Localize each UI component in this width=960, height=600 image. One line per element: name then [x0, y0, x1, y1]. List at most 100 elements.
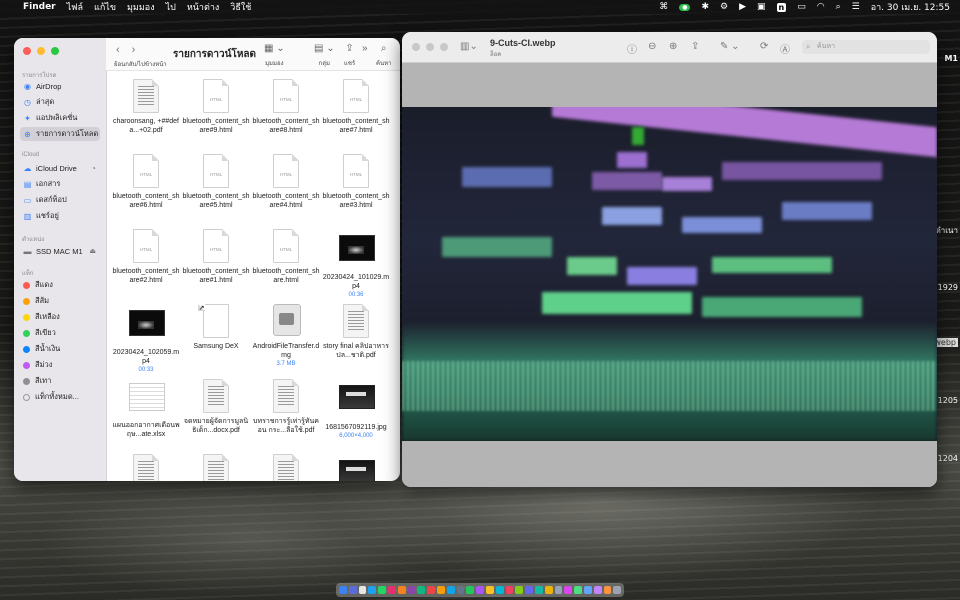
sidebar-tag-blue[interactable]: สีน้ำเงิน [20, 342, 100, 356]
file-item[interactable]: HTML bluetooth_content_share#7.html [322, 79, 390, 135]
file-item[interactable]: HTML bluetooth_content_share#3.html [322, 154, 390, 210]
desktop-item-label[interactable]: 1929 [938, 283, 958, 292]
file-item[interactable] [182, 454, 250, 481]
zoom-out-icon[interactable]: ⊖ [648, 41, 656, 52]
sidebar-tag-gray[interactable]: สีเทา [20, 374, 100, 388]
file-item[interactable]: แผนออกอากาศเดือนพฤษ...ate.xlsx [112, 379, 180, 439]
markup-icon[interactable]: Ⓐ [780, 41, 790, 56]
siri-icon[interactable]: ⌘ [659, 2, 668, 12]
file-item[interactable]: HTML bluetooth_content_share#1.html [182, 229, 250, 285]
dock-app-icon[interactable] [603, 586, 612, 594]
dock-app-icon[interactable] [485, 586, 494, 594]
display-icon[interactable]: ▣ [757, 2, 766, 12]
file-item[interactable]: charoonsang, +##defa...+02.pdf [112, 79, 180, 135]
play-circle-icon[interactable]: ▶ [739, 2, 746, 12]
file-item[interactable]: HTML bluetooth_content_share.html [252, 229, 320, 285]
zoom-button[interactable] [51, 47, 59, 55]
gear-icon[interactable]: ⚙ [720, 2, 728, 12]
sidebar-item-recents[interactable]: ◷ ล่าสุด [20, 95, 100, 109]
sidebar-item-applications[interactable]: ✦ แอปพลิเคชั่น [20, 111, 100, 125]
sidebar-item-ssd[interactable]: ▬ SSD MAC M1 ⏏ [20, 244, 100, 258]
dock-app-icon[interactable] [544, 586, 553, 594]
wifi-icon[interactable]: ◠ [817, 2, 825, 12]
file-item[interactable]: HTML bluetooth_content_share#4.html [252, 154, 320, 210]
dock-app-icon[interactable] [466, 586, 475, 594]
dock-app-icon[interactable] [348, 586, 357, 594]
dock-app-icon[interactable] [417, 586, 426, 594]
more-button[interactable]: » [362, 43, 368, 54]
sidebar-toggle-icon[interactable]: ▥⌄ [460, 41, 478, 52]
dock-app-icon[interactable] [456, 586, 465, 594]
sidebar-tag-red[interactable]: สีแดง [20, 278, 100, 292]
clock-datetime[interactable]: อา. 30 เม.ย. 12:55 [871, 0, 950, 14]
sidebar-tag-green[interactable]: สีเขียว [20, 326, 100, 340]
view-mode-button[interactable]: ▦ ⌄ มุมมอง [264, 43, 285, 68]
file-item[interactable] [112, 454, 180, 481]
control-center-icon[interactable]: ☰ [852, 2, 860, 12]
dock-app-icon[interactable] [583, 586, 592, 594]
dock-app-icon[interactable] [339, 586, 347, 594]
zoom-in-icon[interactable]: ⊕ [669, 41, 677, 52]
minimize-button[interactable] [426, 43, 434, 51]
dock-app-icon[interactable] [378, 586, 386, 594]
share-icon[interactable]: ⇪ [691, 41, 699, 52]
forward-chevron-icon[interactable]: › [132, 44, 136, 56]
dock-app-icon[interactable] [495, 586, 504, 594]
dock-app-icon[interactable] [564, 586, 573, 594]
zoom-button[interactable] [440, 43, 448, 51]
dock-app-icon[interactable] [613, 586, 622, 594]
desktop-item-label[interactable]: 1204 [938, 454, 958, 463]
menu-help[interactable]: วิธีใช้ [230, 0, 251, 14]
file-item[interactable]: 20230424_101029.mp4 00:36 [322, 229, 390, 298]
sidebar-item-downloads[interactable]: ⊕ รายการดาวน์โหลด [20, 127, 100, 141]
file-item[interactable]: HTML bluetooth_content_share#8.html [252, 79, 320, 135]
sidebar-tag-all[interactable]: แท็กทั้งหมด... [20, 390, 100, 404]
sidebar-tag-yellow[interactable]: สีเหลือง [20, 310, 100, 324]
sidebar-item-shared[interactable]: ▥ แชร์อยู่ [20, 209, 100, 223]
dock-app-icon[interactable] [525, 586, 533, 594]
desktop-item-label[interactable]: ดำเนา [936, 224, 958, 237]
dock-app-icon[interactable] [427, 586, 435, 594]
dock-app-icon[interactable] [505, 586, 514, 594]
dock-app-icon[interactable] [476, 586, 484, 594]
dock-app-icon[interactable] [358, 586, 367, 594]
dock-app-icon[interactable] [515, 586, 524, 594]
dock-app-icon[interactable] [554, 586, 563, 594]
minimize-button[interactable] [37, 47, 45, 55]
search-icon[interactable]: ⌕ [836, 2, 841, 12]
file-item[interactable] [322, 454, 390, 481]
file-item[interactable]: HTML bluetooth_content_share#5.html [182, 154, 250, 210]
file-item[interactable]: HTML bluetooth_content_share#6.html [112, 154, 180, 210]
back-chevron-icon[interactable]: ‹ [116, 44, 120, 56]
sidebar-tag-purple[interactable]: สีม่วง [20, 358, 100, 372]
dock-app-icon[interactable] [593, 586, 602, 594]
file-item[interactable]: Samsung DeX [182, 304, 250, 351]
group-button[interactable]: ▤ ⌄ กลุ่ม [314, 43, 335, 68]
dock-app-icon[interactable] [407, 586, 416, 594]
menu-view[interactable]: มุมมอง [127, 0, 155, 14]
file-item[interactable] [252, 454, 320, 481]
sidebar-tag-orange[interactable]: สีส้ม [20, 294, 100, 308]
close-button[interactable] [412, 43, 420, 51]
sidebar-item-icloud-drive[interactable]: ☁ iCloud Drive ◔ [20, 161, 100, 175]
file-item[interactable]: HTML bluetooth_content_share#9.html [182, 79, 250, 135]
menu-app-name[interactable]: Finder [23, 2, 56, 12]
file-item[interactable]: 1681567092119.jpg 6,000×4,000 [322, 379, 390, 439]
bluetooth-icon[interactable]: ✱ [701, 2, 709, 12]
dock-app-icon[interactable] [387, 586, 396, 594]
file-item[interactable]: AndroidFileTransfer.dmg 3.7 MB [252, 304, 320, 367]
desktop-item-label[interactable]: 1205 [938, 396, 958, 405]
file-item[interactable]: story final คลิปอาหารปล...ชาติ.pdf [322, 304, 390, 360]
menu-edit[interactable]: แก้ไข [94, 0, 116, 14]
file-item[interactable]: 20230424_102059.mp4 00:33 [112, 304, 180, 373]
dock-app-icon[interactable] [368, 586, 377, 594]
desktop-item-label[interactable]: M1 [944, 54, 958, 63]
eject-icon[interactable]: ⏏ [89, 247, 96, 255]
close-button[interactable] [23, 47, 31, 55]
input-source-indicator[interactable]: n [776, 2, 787, 12]
info-icon[interactable]: ⓘ [627, 41, 637, 56]
dock-app-icon[interactable] [534, 586, 543, 594]
menu-go[interactable]: ไป [166, 0, 176, 14]
markup-pen-icon[interactable]: ✎ ⌄ [720, 41, 740, 52]
battery-icon[interactable]: ▭ [797, 2, 806, 12]
